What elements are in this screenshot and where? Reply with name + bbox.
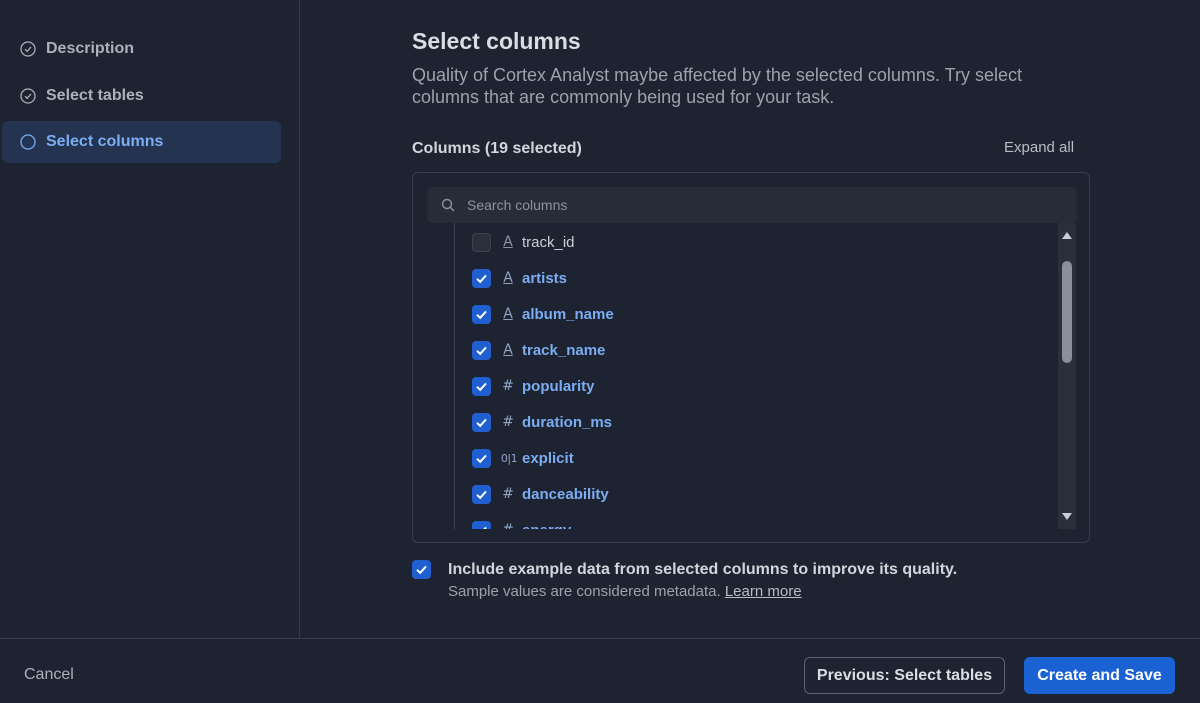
page-subtitle: Quality of Cortex Analyst maybe affected…	[412, 65, 1022, 107]
check-icon	[476, 274, 487, 283]
column-row-album-name[interactable]: A album_name	[472, 300, 614, 328]
columns-list: A track_id A artists A album_name A trac…	[413, 223, 1058, 529]
create-and-save-button[interactable]: Create and Save	[1024, 657, 1175, 694]
include-example-option[interactable]: Include example data from selected colum…	[412, 560, 957, 579]
check-icon	[416, 565, 427, 575]
columns-scrollbar[interactable]	[1058, 223, 1076, 529]
check-icon	[476, 346, 487, 355]
number-type-icon: #	[502, 378, 514, 394]
text-type-icon: A	[503, 234, 513, 250]
number-type-icon: #	[502, 414, 514, 430]
check-icon	[482, 526, 487, 529]
step-label: Select columns	[46, 133, 164, 150]
columns-panel: A track_id A artists A album_name	[412, 172, 1090, 543]
check-icon	[476, 454, 487, 463]
column-checkbox[interactable]	[472, 412, 491, 432]
step-description[interactable]: Description	[2, 28, 281, 70]
columns-count-label: Columns (19 selected)	[412, 140, 582, 157]
column-row-energy[interactable]: # energy	[472, 516, 571, 529]
column-name: energy	[522, 522, 571, 530]
column-row-popularity[interactable]: # popularity	[472, 372, 595, 400]
column-row-track-id[interactable]: A track_id	[472, 228, 575, 256]
cancel-button[interactable]: Cancel	[24, 666, 74, 684]
learn-more-link[interactable]: Learn more	[725, 583, 802, 600]
step-label: Select tables	[46, 87, 144, 104]
column-row-track-name[interactable]: A track_name	[472, 336, 605, 364]
text-type-icon: A	[503, 270, 513, 286]
include-example-checkbox[interactable]	[412, 560, 431, 579]
wizard-sidebar: Description Select tables Select columns	[0, 0, 300, 638]
column-row-explicit[interactable]: 0|1 explicit	[472, 444, 574, 472]
step-select-tables[interactable]: Select tables	[2, 75, 281, 117]
circle-icon	[20, 134, 36, 150]
column-name: duration_ms	[522, 413, 613, 431]
text-type-icon: A	[503, 342, 513, 358]
column-checkbox[interactable]	[472, 520, 491, 529]
column-name: danceability	[522, 485, 609, 503]
column-name: explicit	[522, 449, 574, 467]
text-type-icon: A	[503, 306, 513, 322]
scroll-up-arrow-icon[interactable]	[1061, 229, 1073, 241]
tree-guide-line	[454, 223, 455, 529]
check-icon	[476, 490, 487, 499]
check-icon	[476, 418, 487, 427]
column-name: track_id	[522, 233, 575, 251]
column-row-danceability[interactable]: # danceability	[472, 480, 609, 508]
column-checkbox[interactable]	[472, 268, 491, 288]
page-title: Select columns	[412, 28, 581, 54]
step-select-columns[interactable]: Select columns	[2, 121, 281, 163]
number-type-icon: #	[502, 486, 514, 502]
check-circle-icon	[20, 88, 36, 104]
column-checkbox[interactable]	[472, 376, 491, 396]
include-note-text: Sample values are considered metadata.	[448, 583, 721, 600]
column-checkbox[interactable]	[472, 340, 491, 360]
scrollbar-thumb[interactable]	[1062, 261, 1072, 363]
column-name: album_name	[522, 305, 614, 323]
column-checkbox[interactable]	[472, 484, 491, 504]
number-type-icon: #	[500, 522, 516, 529]
column-name: popularity	[522, 377, 595, 395]
column-checkbox[interactable]	[472, 448, 491, 468]
search-icon	[441, 198, 455, 212]
search-input[interactable]	[467, 197, 1047, 213]
check-icon	[476, 310, 487, 319]
boolean-type-icon: 0|1	[500, 451, 518, 465]
column-checkbox[interactable]	[472, 232, 491, 252]
search-box[interactable]	[427, 187, 1077, 223]
check-icon	[476, 382, 487, 391]
previous-button[interactable]: Previous: Select tables	[804, 657, 1005, 694]
column-checkbox[interactable]	[472, 304, 491, 324]
column-row-artists[interactable]: A artists	[472, 264, 567, 292]
scroll-down-arrow-icon[interactable]	[1061, 511, 1073, 523]
column-name: track_name	[522, 341, 606, 359]
include-example-note: Sample values are considered metadata. L…	[448, 583, 802, 600]
check-circle-icon	[20, 41, 36, 57]
step-label: Description	[46, 40, 135, 57]
expand-all-button[interactable]: Expand all	[1004, 139, 1074, 156]
app-window: Description Select tables Select columns…	[0, 0, 1200, 703]
include-example-label: Include example data from selected colum…	[448, 560, 958, 578]
footer-bar: Cancel Previous: Select tables Create an…	[0, 638, 1200, 703]
column-name: artists	[522, 269, 568, 287]
column-row-duration-ms[interactable]: # duration_ms	[472, 408, 612, 436]
